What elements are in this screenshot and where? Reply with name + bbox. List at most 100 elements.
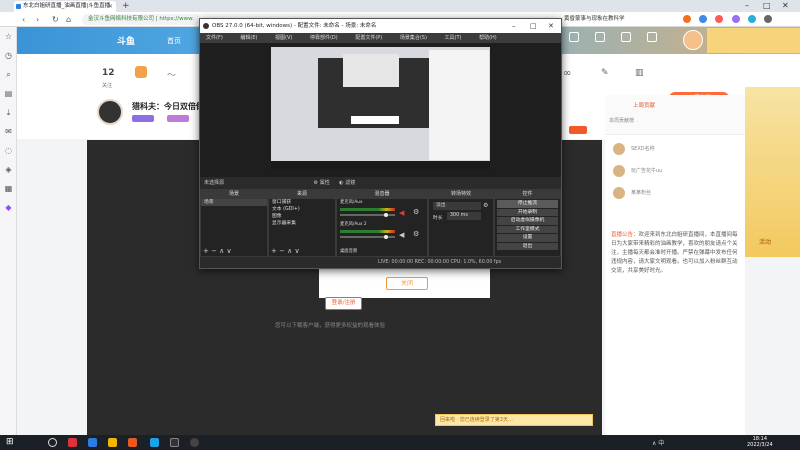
virtual-camera-button[interactable]: 启动虚拟摄像机 xyxy=(497,217,558,225)
top-banner-ad[interactable] xyxy=(707,28,800,53)
menu-tools[interactable]: 工具(T) xyxy=(445,35,462,41)
menu-help[interactable]: 帮助(H) xyxy=(479,35,497,41)
menu-file[interactable]: 文件(F) xyxy=(206,35,223,41)
mail-icon[interactable]: ✉ xyxy=(0,122,17,141)
box-icon[interactable]: ◈ xyxy=(0,160,17,179)
dialog-close-button[interactable]: 关闭 xyxy=(386,277,428,290)
menu-view[interactable]: 视图(V) xyxy=(275,35,292,41)
gift-icon[interactable] xyxy=(135,66,147,78)
tab-this-week[interactable]: 本周贡献榜 xyxy=(609,117,634,124)
menu-icon[interactable] xyxy=(764,15,773,23)
download-icon[interactable] xyxy=(621,32,631,42)
login-toast[interactable]: 回来啦 · 您已连续登录了第3天… xyxy=(435,414,593,426)
search-icon[interactable] xyxy=(48,438,57,447)
url-input[interactable]: 金汉斗鱼网络科技有限公司 | https://www. xyxy=(82,14,200,25)
gear-icon[interactable]: ⚙ xyxy=(483,202,488,209)
scenes-footer[interactable]: + − ∧ ∨ xyxy=(201,247,267,256)
menu-scene-collection[interactable]: 场景集合(S) xyxy=(400,35,427,41)
live-icon[interactable] xyxy=(647,32,657,42)
glasses-icon[interactable]: ∞ xyxy=(563,68,571,79)
history-icon[interactable]: ◷ xyxy=(0,46,17,65)
rank-row[interactable]: 玩广告花牛uu xyxy=(613,163,737,179)
volume-slider[interactable] xyxy=(340,235,395,239)
extension-icon[interactable] xyxy=(683,15,691,23)
menu-profile[interactable]: 配置文件(P) xyxy=(355,35,382,41)
scene-item[interactable]: 场景 xyxy=(201,199,267,206)
browser-tabbar: 东北白姐研直播_油画直播|斗鱼直播 × + – □ ✕ xyxy=(0,0,800,12)
refresh-icon[interactable]: ↻ xyxy=(52,13,59,26)
tray-icons[interactable]: ∧ 中 xyxy=(652,438,664,447)
close-button[interactable]: ✕ xyxy=(782,0,789,11)
doc-icon[interactable]: ▦ xyxy=(0,179,17,198)
source-item[interactable]: 显示器采集 xyxy=(269,220,335,227)
mute-icon[interactable]: ◀ xyxy=(399,209,404,217)
douyu-logo[interactable]: 斗鱼 xyxy=(117,34,135,47)
obs-close-button[interactable]: ✕ xyxy=(548,19,554,33)
obs-maximize-button[interactable]: □ xyxy=(530,19,537,33)
windows-start-icon[interactable]: ⊞ xyxy=(6,437,14,447)
browser-taskbar-icon[interactable] xyxy=(150,438,159,447)
mixer-track-name: 麦克风/Aux xyxy=(340,200,363,205)
follow-button[interactable] xyxy=(569,126,587,134)
history-icon[interactable] xyxy=(595,32,605,42)
login-register-button[interactable]: 登录/注册 xyxy=(325,297,362,310)
rank-row[interactable]: SEXD名称 xyxy=(613,141,737,157)
nav-home[interactable]: 首页 xyxy=(167,36,181,46)
streamer-avatar[interactable] xyxy=(97,99,123,125)
duration-input[interactable]: 300 ms xyxy=(447,212,481,220)
notes-icon[interactable]: ▤ xyxy=(0,84,17,103)
source-item[interactable]: 窗口捕获 xyxy=(269,199,335,206)
gear-icon[interactable]: ⚙ xyxy=(413,230,419,238)
tab-last-week[interactable]: 上周贡献 xyxy=(633,101,655,109)
app-icon[interactable] xyxy=(170,438,179,447)
user-avatar[interactable] xyxy=(683,30,703,50)
maximize-button[interactable]: □ xyxy=(763,0,771,11)
extension-icon[interactable] xyxy=(699,15,708,23)
exit-button[interactable]: 退出 xyxy=(497,242,558,250)
chat-icon[interactable]: ◌ xyxy=(0,141,17,160)
stop-streaming-button[interactable]: 停止推流 xyxy=(497,200,558,208)
obs-minimize-button[interactable]: – xyxy=(512,19,516,33)
properties-button[interactable]: ⚙ 属性 xyxy=(314,180,330,186)
extension-icon[interactable] xyxy=(747,15,756,23)
forward-icon[interactable]: › xyxy=(36,13,39,26)
rank-row[interactable]: 某某粉丝 xyxy=(613,185,737,201)
search-icon[interactable]: ⌕ xyxy=(0,65,17,84)
star-icon[interactable]: ☆ xyxy=(0,27,17,46)
speaker-icon[interactable]: ◀ xyxy=(399,231,404,239)
start-recording-button[interactable]: 开始录制 xyxy=(497,208,558,216)
new-tab-button[interactable]: + xyxy=(122,0,130,12)
menu-edit[interactable]: 编辑(E) xyxy=(240,35,257,41)
download-icon[interactable]: ⤓ xyxy=(0,103,17,122)
tab-close-icon[interactable]: × xyxy=(108,1,113,12)
app-icon[interactable]: ◆ xyxy=(0,198,17,217)
extension-icon[interactable] xyxy=(715,15,724,23)
menu-docks[interactable]: 停靠部件(D) xyxy=(310,35,338,41)
home-icon[interactable]: ⌂ xyxy=(66,13,71,26)
filters-button[interactable]: ◐ 滤镜 xyxy=(339,180,355,186)
clock[interactable]: 18:14 2022/3/24 xyxy=(747,436,773,448)
app-icon[interactable] xyxy=(68,438,77,447)
source-item[interactable]: 文本 (GDI+) xyxy=(269,206,335,213)
volume-slider[interactable] xyxy=(340,213,395,217)
sources-footer[interactable]: + − ∧ ∨ xyxy=(269,247,335,256)
back-icon[interactable]: ‹ xyxy=(22,13,25,26)
source-item[interactable]: 图像 xyxy=(269,213,335,220)
address-suggestion[interactable]: 黄昏蒙事与现象在教科学 xyxy=(564,13,625,26)
obs-taskbar-icon[interactable] xyxy=(190,438,199,447)
settings-button[interactable]: 设置 xyxy=(497,234,558,242)
extension-icon[interactable] xyxy=(731,15,740,23)
studio-mode-button[interactable]: 工作室模式 xyxy=(497,225,558,233)
transition-select[interactable]: 淡出 xyxy=(433,202,481,210)
message-icon[interactable] xyxy=(569,32,579,42)
chart-icon[interactable]: ▥ xyxy=(635,68,644,78)
app-icon[interactable] xyxy=(108,438,117,447)
promo-banner[interactable]: 活动 xyxy=(745,87,800,257)
gear-icon[interactable]: ⚙ xyxy=(413,208,419,216)
minimize-button[interactable]: – xyxy=(745,0,749,11)
tab-douyu[interactable]: 东北白姐研直播_油画直播|斗鱼直播 × xyxy=(14,1,116,12)
app-icon[interactable] xyxy=(128,438,137,447)
app-icon[interactable] xyxy=(88,438,97,447)
obs-preview[interactable] xyxy=(271,47,490,170)
edit-icon[interactable]: ✎ xyxy=(601,68,609,78)
